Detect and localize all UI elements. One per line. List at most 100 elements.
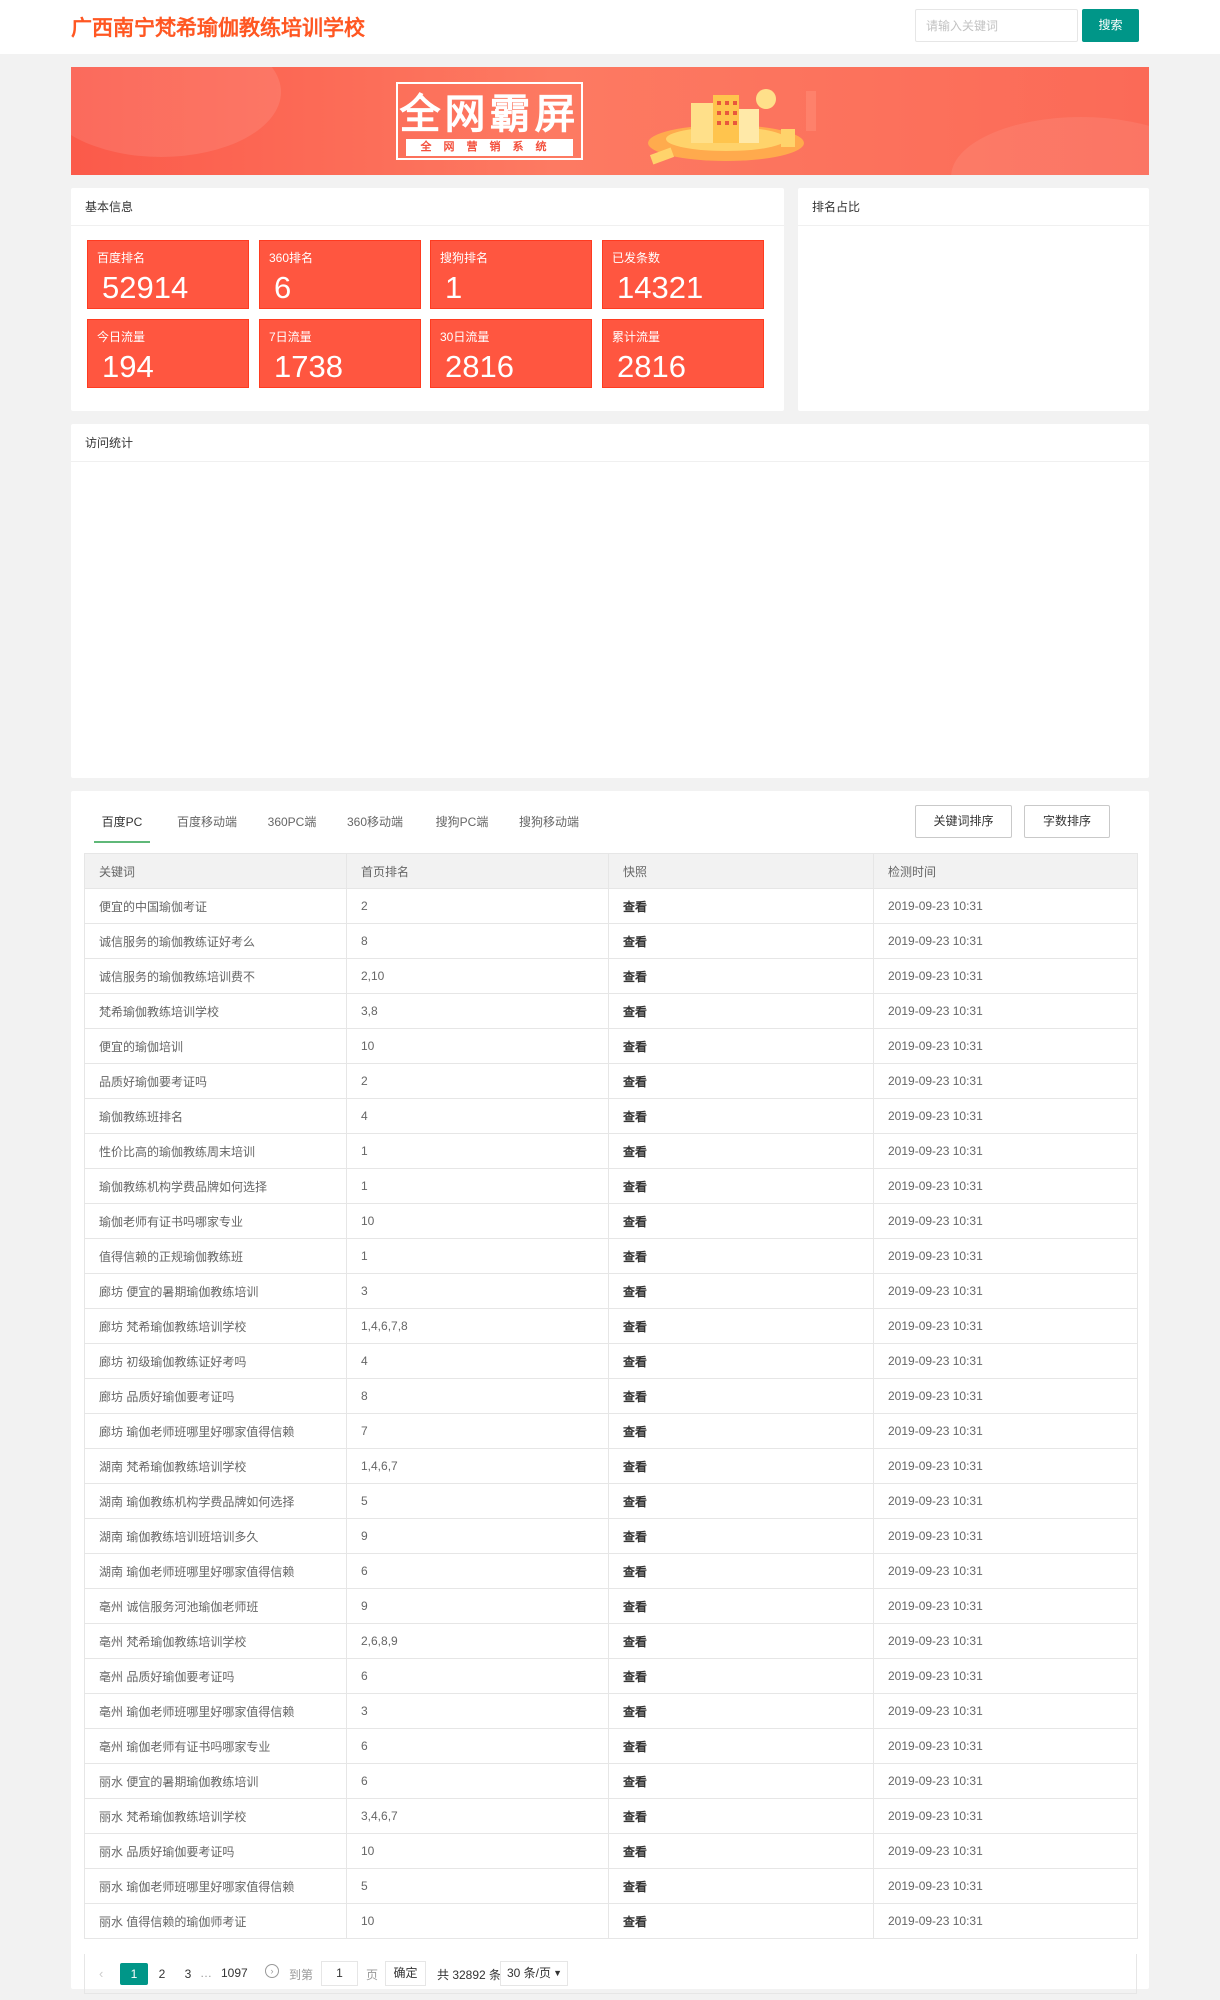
snapshot-link[interactable]: 查看 [608, 1168, 874, 1204]
snapshot-link[interactable]: 查看 [608, 1798, 874, 1834]
snapshot-link[interactable]: 查看 [608, 1203, 874, 1239]
column-header-keyword[interactable]: 关键词 [84, 853, 347, 889]
goto-confirm-button[interactable]: 确定 [385, 1961, 426, 1986]
page-unit-label: 页 [366, 1968, 379, 1982]
snapshot-link[interactable]: 查看 [608, 1133, 874, 1169]
keyword-cell: 值得信赖的正规瑜伽教练班 [84, 1238, 347, 1274]
rank-cell: 9 [346, 1518, 609, 1554]
tab-sogou-mobile[interactable]: 搜狗移动端 [516, 801, 582, 843]
snapshot-link[interactable]: 查看 [608, 888, 874, 924]
column-header-rank[interactable]: 首页排名 [346, 853, 609, 889]
stat-value: 52914 [102, 270, 189, 305]
keyword-sort-button[interactable]: 关键词排序 [915, 805, 1012, 838]
snapshot-link[interactable]: 查看 [608, 1623, 874, 1659]
snapshot-link[interactable]: 查看 [608, 958, 874, 994]
keyword-table-body: 便宜的中国瑜伽考证 2 查看 2019-09-23 10:31 诚信服务的瑜伽教练证好考… [84, 888, 1138, 1939]
search-button[interactable]: 搜索 [1082, 9, 1139, 42]
snapshot-link[interactable]: 查看 [608, 1658, 874, 1694]
check-time-cell: 2019-09-23 10:31 [873, 1798, 1138, 1834]
snapshot-link[interactable]: 查看 [608, 1063, 874, 1099]
snapshot-link[interactable]: 查看 [608, 1588, 874, 1624]
check-time-cell: 2019-09-23 10:31 [873, 958, 1138, 994]
snapshot-link[interactable]: 查看 [608, 993, 874, 1029]
check-time-cell: 2019-09-23 10:31 [873, 1763, 1138, 1799]
promo-banner[interactable]: 全网霸屏 全网营销系统 [71, 67, 1149, 175]
page-last[interactable]: 1097 [221, 1966, 248, 1980]
stat-value: 194 [102, 349, 154, 384]
table-row: 便宜的中国瑜伽考证 2 查看 2019-09-23 10:31 [84, 888, 1138, 924]
rank-cell: 7 [346, 1413, 609, 1449]
snapshot-link[interactable]: 查看 [608, 1098, 874, 1134]
keyword-cell: 性价比高的瑜伽教练周末培训 [84, 1133, 347, 1169]
keyword-cell: 便宜的中国瑜伽考证 [84, 888, 347, 924]
table-row: 品质好瑜伽要考证吗 2 查看 2019-09-23 10:31 [84, 1063, 1138, 1099]
stat-baidu-rank: 百度排名 52914 [87, 240, 249, 309]
page-1[interactable]: 1 [120, 1963, 148, 1985]
stat-total-traffic: 累计流量 2816 [602, 319, 764, 388]
goto-page-input[interactable]: 1 [321, 1961, 358, 1986]
snapshot-link[interactable]: 查看 [608, 1518, 874, 1554]
stat-value: 14321 [617, 270, 704, 305]
snapshot-link[interactable]: 查看 [608, 1343, 874, 1379]
stat-label: 今日流量 [97, 330, 146, 344]
rank-cell: 5 [346, 1483, 609, 1519]
snapshot-link[interactable]: 查看 [608, 1413, 874, 1449]
snapshot-link[interactable]: 查看 [608, 1308, 874, 1344]
city-illustration-icon [648, 89, 816, 165]
keyword-cell: 诚信服务的瑜伽教练证好考么 [84, 923, 347, 959]
check-time-cell: 2019-09-23 10:31 [873, 1028, 1138, 1064]
table-row: 梵希瑜伽教练培训学校 3,8 查看 2019-09-23 10:31 [84, 993, 1138, 1029]
table-row: 廊坊 品质好瑜伽要考证吗 8 查看 2019-09-23 10:31 [84, 1378, 1138, 1414]
snapshot-link[interactable]: 查看 [608, 1903, 874, 1939]
snapshot-link[interactable]: 查看 [608, 1238, 874, 1274]
snapshot-link[interactable]: 查看 [608, 1728, 874, 1764]
table-row: 亳州 品质好瑜伽要考证吗 6 查看 2019-09-23 10:31 [84, 1658, 1138, 1694]
snapshot-link[interactable]: 查看 [608, 1868, 874, 1904]
snapshot-link[interactable]: 查看 [608, 1763, 874, 1799]
snapshot-link[interactable]: 查看 [608, 1028, 874, 1064]
tab-360-pc[interactable]: 360PC端 [264, 801, 320, 843]
keyword-cell: 湖南 瑜伽老师班哪里好哪家值得信赖 [84, 1553, 347, 1589]
tab-baidu-pc[interactable]: 百度PC [94, 801, 150, 843]
check-time-cell: 2019-09-23 10:31 [873, 1623, 1138, 1659]
next-page-icon[interactable]: › [265, 1964, 279, 1978]
pagination: ‹ 1 2 3 … 1097 › 到第 1 页 确定 共 32892 条 30 … [84, 1954, 1137, 1994]
rank-cell: 6 [346, 1553, 609, 1589]
table-row: 瑜伽教练机构学费品牌如何选择 1 查看 2019-09-23 10:31 [84, 1168, 1138, 1204]
check-time-cell: 2019-09-23 10:31 [873, 1483, 1138, 1519]
page-size-select[interactable]: 30 条/页 ▼ [500, 1961, 568, 1986]
top-bar: 广西南宁梵希瑜伽教练培训学校 搜索 [0, 0, 1220, 54]
site-title[interactable]: 广西南宁梵希瑜伽教练培训学校 [71, 12, 365, 42]
rank-cell: 5 [346, 1868, 609, 1904]
tab-360-mobile[interactable]: 360移动端 [344, 801, 406, 843]
rank-cell: 6 [346, 1728, 609, 1764]
snapshot-link[interactable]: 查看 [608, 1693, 874, 1729]
page-3[interactable]: 3 [174, 1963, 202, 1985]
snapshot-link[interactable]: 查看 [608, 1273, 874, 1309]
check-time-cell: 2019-09-23 10:31 [873, 1588, 1138, 1624]
table-row: 廊坊 瑜伽老师班哪里好哪家值得信赖 7 查看 2019-09-23 10:31 [84, 1413, 1138, 1449]
tab-sogou-pc[interactable]: 搜狗PC端 [432, 801, 492, 843]
check-time-cell: 2019-09-23 10:31 [873, 1728, 1138, 1764]
snapshot-link[interactable]: 查看 [608, 1833, 874, 1869]
table-row: 湖南 瑜伽教练培训班培训多久 9 查看 2019-09-23 10:31 [84, 1518, 1138, 1554]
snapshot-link[interactable]: 查看 [608, 1378, 874, 1414]
column-header-snapshot[interactable]: 快照 [608, 853, 874, 889]
snapshot-link[interactable]: 查看 [608, 1448, 874, 1484]
keywords-card: 百度PC 百度移动端 360PC端 360移动端 搜狗PC端 搜狗移动端 关键词… [71, 791, 1149, 1994]
prev-page-icon[interactable]: ‹ [99, 1966, 103, 1981]
snapshot-link[interactable]: 查看 [608, 1553, 874, 1589]
page-2[interactable]: 2 [148, 1963, 176, 1985]
rank-cell: 8 [346, 923, 609, 959]
snapshot-link[interactable]: 查看 [608, 923, 874, 959]
table-row: 丽水 值得信赖的瑜伽师考证 10 查看 2019-09-23 10:31 [84, 1903, 1138, 1939]
snapshot-link[interactable]: 查看 [608, 1483, 874, 1519]
table-row: 湖南 瑜伽教练机构学费品牌如何选择 5 查看 2019-09-23 10:31 [84, 1483, 1138, 1519]
stat-label: 已发条数 [612, 251, 661, 265]
tab-baidu-mobile[interactable]: 百度移动端 [174, 801, 240, 843]
rank-cell: 3,8 [346, 993, 609, 1029]
keyword-cell: 湖南 梵希瑜伽教练培训学校 [84, 1448, 347, 1484]
length-sort-button[interactable]: 字数排序 [1024, 805, 1110, 838]
search-input[interactable] [915, 9, 1078, 42]
column-header-check-time[interactable]: 检测时间 [873, 853, 1138, 889]
